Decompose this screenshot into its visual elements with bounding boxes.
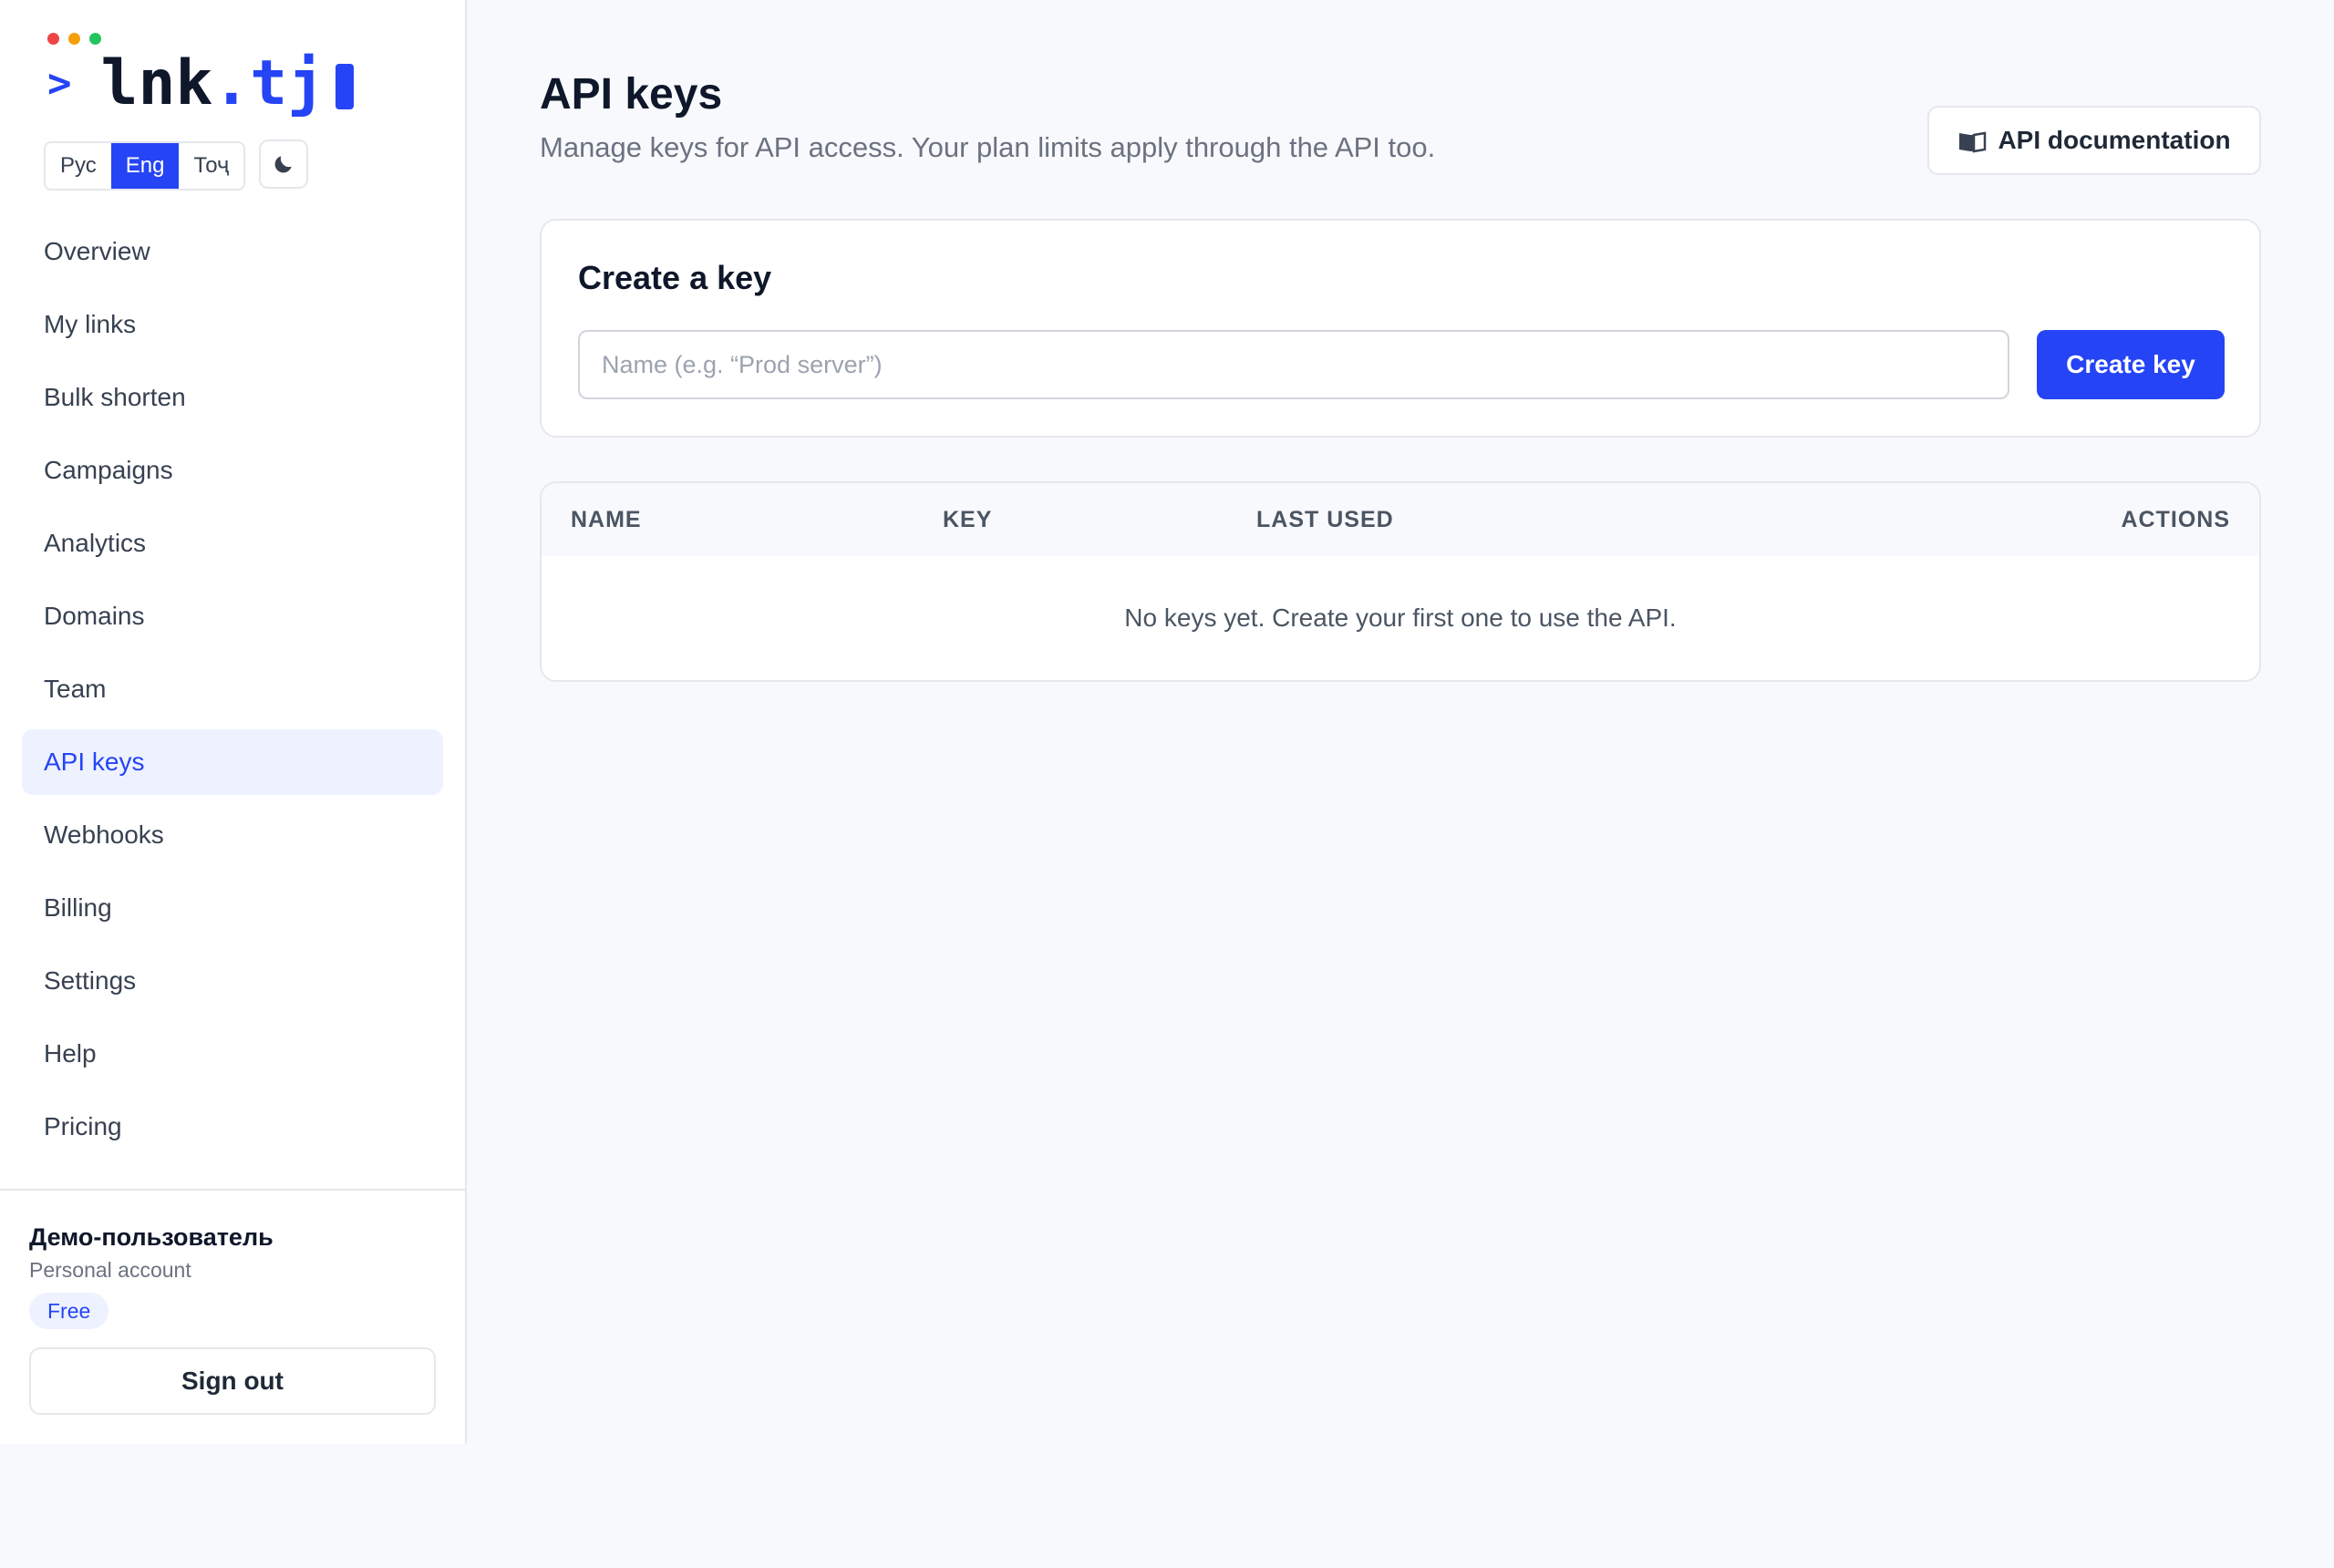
sidebar-item-label: Settings: [44, 966, 137, 995]
logo-caret: >: [47, 60, 72, 107]
column-header-key: KEY: [943, 506, 993, 532]
lang-option-ru[interactable]: Рус: [46, 143, 111, 189]
sidebar-item-webhooks[interactable]: Webhooks: [22, 802, 443, 868]
moon-icon: [274, 156, 292, 173]
sidebar: > lnk .tj Рус Eng Тоҷ Overview My links …: [0, 0, 467, 1444]
create-key-card: Create a key Create key: [540, 219, 2261, 438]
sidebar-item-settings[interactable]: Settings: [22, 948, 443, 1014]
account-name: Демо-пользователь: [29, 1223, 274, 1251]
column-header-actions: ACTIONS: [2121, 506, 2230, 532]
create-key-title: Create a key: [578, 259, 772, 296]
sidebar-item-my-links[interactable]: My links: [22, 292, 443, 357]
sidebar-item-overview[interactable]: Overview: [22, 219, 443, 284]
lang-option-en[interactable]: Eng: [110, 143, 180, 189]
dot-green-icon: [89, 33, 101, 45]
sidebar-item-pricing[interactable]: Pricing: [22, 1094, 443, 1160]
sign-out-button[interactable]: Sign out: [29, 1347, 436, 1415]
create-key-button[interactable]: Create key: [2037, 330, 2225, 399]
book-icon: [1959, 131, 1987, 153]
account-type: Personal account: [29, 1258, 191, 1282]
dot-red-icon: [47, 33, 59, 45]
lang-option-tg[interactable]: Тоҷ: [179, 143, 243, 189]
account-panel: Демо-пользователь Personal account Free …: [0, 1189, 465, 1446]
table-header: NAME KEY LAST USED ACTIONS: [542, 483, 2259, 556]
column-header-last-used: LAST USED: [1256, 506, 1394, 532]
column-header-name: NAME: [571, 506, 642, 532]
cursor-block-icon: [336, 64, 355, 109]
window-dots: [47, 33, 101, 45]
logo-name: lnk: [100, 47, 213, 119]
page-subtitle: Manage keys for API access. Your plan li…: [540, 131, 1436, 163]
theme-toggle-button[interactable]: [259, 139, 308, 189]
sidebar-item-label: My links: [44, 310, 137, 338]
key-name-input[interactable]: [578, 330, 2009, 399]
logo-tld: .tj: [212, 47, 325, 119]
language-switcher: Рус Eng Тоҷ: [44, 141, 246, 191]
sidebar-item-label: Domains: [44, 602, 145, 630]
sidebar-item-label: Webhooks: [44, 820, 164, 849]
sidebar-item-label: Overview: [44, 237, 150, 265]
logo[interactable]: > lnk .tj: [47, 47, 355, 120]
page-title: API keys: [540, 70, 723, 119]
sidebar-item-label: Help: [44, 1039, 97, 1068]
sidebar-item-label: Pricing: [44, 1112, 122, 1140]
sidebar-item-label: Bulk shorten: [44, 383, 186, 411]
api-documentation-button[interactable]: API documentation: [1927, 106, 2261, 175]
sidebar-item-label: Team: [44, 675, 107, 703]
sidebar-nav: Overview My links Bulk shorten Campaigns…: [22, 219, 443, 1167]
sidebar-item-label: API keys: [44, 748, 145, 776]
sidebar-item-label: Analytics: [44, 529, 147, 557]
sidebar-item-api-keys[interactable]: API keys: [22, 729, 443, 795]
sidebar-item-team[interactable]: Team: [22, 656, 443, 722]
sidebar-item-analytics[interactable]: Analytics: [22, 511, 443, 576]
sidebar-item-help[interactable]: Help: [22, 1021, 443, 1087]
sidebar-item-label: Campaigns: [44, 456, 173, 484]
sidebar-item-billing[interactable]: Billing: [22, 875, 443, 941]
api-keys-table: NAME KEY LAST USED ACTIONS No keys yet. …: [540, 481, 2261, 682]
dot-yellow-icon: [68, 33, 80, 45]
sidebar-item-campaigns[interactable]: Campaigns: [22, 438, 443, 503]
sidebar-item-bulk-shorten[interactable]: Bulk shorten: [22, 365, 443, 430]
sidebar-item-domains[interactable]: Domains: [22, 583, 443, 649]
sidebar-item-label: Billing: [44, 893, 112, 922]
plan-badge: Free: [29, 1293, 109, 1329]
empty-state-message: No keys yet. Create your first one to us…: [1124, 603, 1677, 632]
api-documentation-label: API documentation: [1998, 126, 2231, 154]
